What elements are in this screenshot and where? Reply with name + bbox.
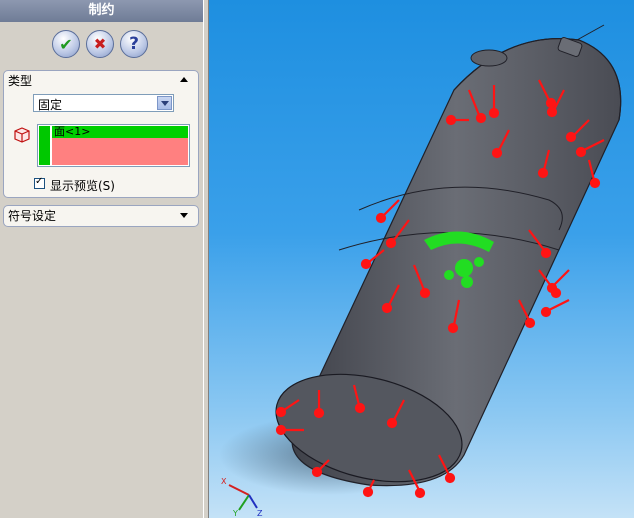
triad-y-label: Y — [232, 509, 238, 518]
checkbox-checked-icon[interactable] — [34, 176, 45, 189]
pressure-vessel-model[interactable]: X Y Z — [209, 0, 634, 518]
property-manager-panel: 制约 ✔ ✖ ? 类型 固定 面<1> 显示预览( — [0, 0, 203, 518]
cancel-button[interactable]: ✖ — [86, 30, 114, 58]
type-group-title: 类型 — [8, 74, 33, 88]
triad-x-label: X — [221, 477, 227, 486]
expand-down-icon[interactable] — [180, 213, 188, 218]
check-icon: ✔ — [59, 34, 73, 54]
type-group: 类型 固定 面<1> 显示预览(S) — [3, 70, 199, 198]
list-item[interactable]: 面<1> — [52, 126, 188, 138]
help-button[interactable]: ? — [120, 30, 148, 58]
ok-button[interactable]: ✔ — [52, 30, 80, 58]
panel-title: 制约 — [0, 0, 203, 22]
selection-empty-area[interactable] — [52, 138, 188, 165]
symbol-group: 符号设定 — [3, 205, 199, 227]
selection-color-bar — [39, 126, 50, 165]
graphics-viewport[interactable]: X Y Z — [209, 0, 634, 518]
chevron-down-icon[interactable] — [157, 96, 172, 110]
fixture-type-value: 固定 — [38, 98, 63, 112]
face-selection-icon — [13, 126, 31, 147]
fixture-type-select[interactable]: 固定 — [33, 94, 174, 112]
symbol-group-header[interactable]: 符号设定 — [4, 206, 198, 223]
help-icon: ? — [129, 34, 139, 54]
vessel-body[interactable] — [265, 24, 622, 499]
selected-faces-list[interactable]: 面<1> — [37, 124, 190, 167]
type-group-header[interactable]: 类型 — [4, 71, 198, 88]
close-icon: ✖ — [93, 35, 107, 53]
show-preview-label: 显示预览(S) — [50, 179, 115, 193]
symbol-group-title: 符号设定 — [8, 209, 57, 223]
collapse-up-icon[interactable] — [180, 77, 188, 82]
triad-z-label: Z — [257, 509, 263, 518]
